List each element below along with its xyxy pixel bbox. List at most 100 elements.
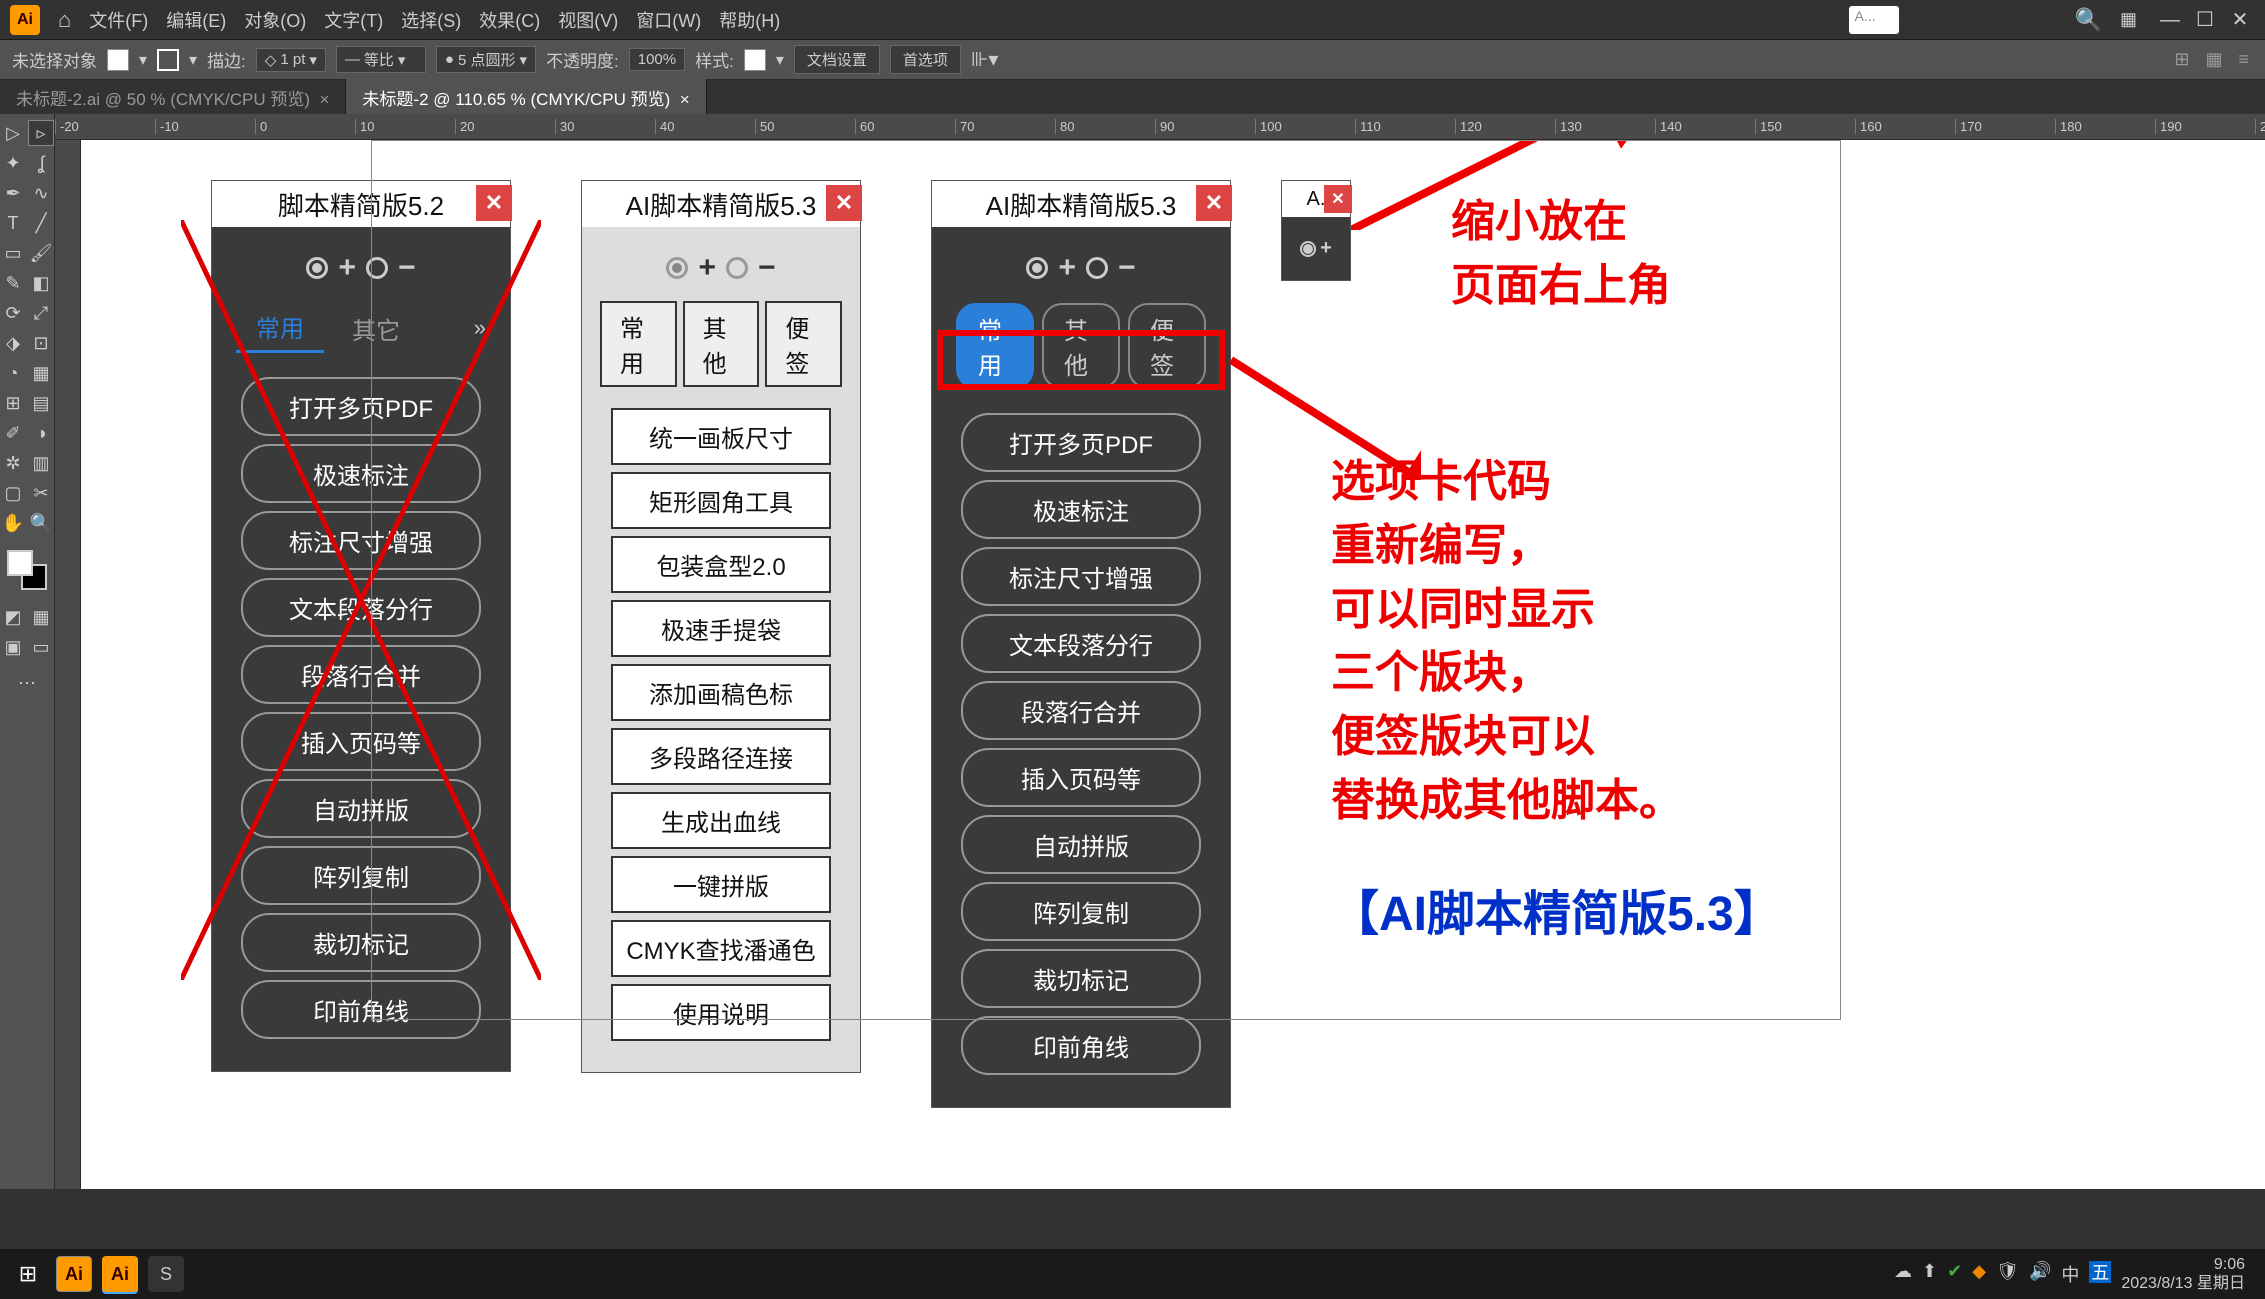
radio-icon[interactable] [1300, 241, 1316, 257]
tray-ime2-icon[interactable]: 五 [2089, 1261, 2111, 1283]
canvas[interactable]: 脚本精简版5.2 ✕ + − 常用 其它 » 打开多页PDF [81, 140, 2265, 1189]
eraser-tool[interactable]: ◧ [28, 270, 54, 296]
blend-tool[interactable]: ◑ [28, 420, 54, 446]
slice-tool[interactable]: ✂ [28, 480, 54, 506]
lasso-tool[interactable]: ʆ [28, 150, 54, 176]
radio-on-icon[interactable] [1026, 257, 1048, 279]
panel-53b-btn-2[interactable]: 标注尺寸增强 [961, 547, 1201, 606]
panel-52-tab-1[interactable]: 常用 [236, 303, 324, 353]
panel-52-btn-7[interactable]: 阵列复制 [241, 846, 481, 905]
panel-52-btn-2[interactable]: 标注尺寸增强 [241, 511, 481, 570]
panel-52-close[interactable]: ✕ [476, 185, 512, 221]
menu-file[interactable]: 文件(F) [89, 7, 148, 33]
tray-icon-3[interactable]: ✔ [1947, 1261, 1962, 1287]
rotate-tool[interactable]: ⟳ [0, 300, 26, 326]
panel-53a-btn-3[interactable]: 极速手提袋 [611, 600, 831, 657]
panel-52-btn-0[interactable]: 打开多页PDF [241, 377, 481, 436]
panel-53a-btn-9[interactable]: 使用说明 [611, 984, 831, 1041]
panel-52-btn-6[interactable]: 自动拼版 [241, 779, 481, 838]
menu-view[interactable]: 视图(V) [558, 7, 618, 33]
panel-53b-btn-0[interactable]: 打开多页PDF [961, 413, 1201, 472]
opacity-val[interactable]: 100% [629, 48, 685, 71]
color-picker[interactable] [7, 550, 47, 590]
tray-icon-2[interactable]: ⬆ [1922, 1261, 1937, 1287]
eyedropper-tool[interactable]: ✐ [0, 420, 26, 446]
menu-select[interactable]: 选择(S) [401, 7, 461, 33]
gradient-tool[interactable]: ▤ [28, 390, 54, 416]
panel-53a-btn-4[interactable]: 添加画稿色标 [611, 664, 831, 721]
menu-type[interactable]: 文字(T) [324, 7, 383, 33]
artboard-tool[interactable]: ▢ [0, 480, 26, 506]
panel-53a-btn-2[interactable]: 包装盒型2.0 [611, 536, 831, 593]
hand-tool[interactable]: ✋ [0, 510, 26, 536]
panel-53a-btn-0[interactable]: 统一画板尺寸 [611, 408, 831, 465]
stroke-width[interactable]: ◇ 1 pt ▾ [256, 48, 326, 72]
taskbar-ai-1[interactable]: Ai [56, 1256, 92, 1292]
panel-53a-tab-2[interactable]: 其他 [683, 301, 760, 387]
stroke-profile[interactable]: — 等比 ▾ [336, 46, 426, 73]
workspace-icon[interactable]: ▦ [2120, 9, 2137, 30]
radio-off-icon[interactable] [366, 257, 388, 279]
shape-builder-tool[interactable]: ◔ [0, 360, 26, 386]
pen-tool[interactable]: ✒ [0, 180, 26, 206]
brush-def[interactable]: ● 5 点圆形 ▾ [436, 46, 536, 73]
maximize-button[interactable]: ☐ [2190, 7, 2220, 32]
doc-setup-button[interactable]: 文档设置 [794, 45, 880, 74]
selection-tool[interactable]: ▷ [0, 120, 26, 146]
fill-swatch[interactable] [107, 49, 129, 71]
style-swatch[interactable] [744, 49, 766, 71]
tray-icon-5[interactable]: 🛡 [1996, 1261, 2019, 1287]
minimize-button[interactable]: — [2155, 9, 2185, 32]
symbol-sprayer-tool[interactable]: ✲ [0, 450, 26, 476]
shaper-tool[interactable]: ✎ [0, 270, 26, 296]
panel-53a-btn-8[interactable]: CMYK查找潘通色 [611, 920, 831, 977]
taskbar-ai-2[interactable]: Ai [102, 1256, 138, 1292]
panel-52-btn-4[interactable]: 段落行合并 [241, 645, 481, 704]
ctrl-icon-1[interactable]: ⊞ [2170, 49, 2193, 70]
panel-53a-tab-1[interactable]: 常用 [600, 301, 677, 387]
ctrl-icon-2[interactable]: ▦ [2201, 49, 2226, 70]
magic-wand-tool[interactable]: ✦ [0, 150, 26, 176]
panel-52-btn-5[interactable]: 插入页码等 [241, 712, 481, 771]
radio-off-icon[interactable] [1086, 257, 1108, 279]
title-search[interactable]: A... [1849, 6, 1899, 34]
menu-window[interactable]: 窗口(W) [636, 7, 701, 33]
panel-52-btn-3[interactable]: 文本段落分行 [241, 578, 481, 637]
stroke-swatch[interactable] [157, 49, 179, 71]
panel-mini-close[interactable]: ✕ [1324, 185, 1352, 213]
direct-select-tool[interactable]: ▹ [28, 120, 54, 146]
panel-53b-btn-6[interactable]: 自动拼版 [961, 815, 1201, 874]
panel-52-tab-2[interactable]: 其它 [332, 305, 420, 352]
start-button[interactable]: ⊞ [10, 1256, 46, 1292]
panel-53a-btn-5[interactable]: 多段路径连接 [611, 728, 831, 785]
tray-icon-4[interactable]: ◆ [1972, 1261, 1986, 1287]
panel-53a-close[interactable]: ✕ [826, 185, 862, 221]
ctrl-icon-3[interactable]: ≡ [2234, 49, 2253, 70]
menu-edit[interactable]: 编辑(E) [166, 7, 226, 33]
brush-tool[interactable]: 🖌 [28, 240, 54, 266]
tray-ime-icon[interactable]: 中 [2061, 1261, 2079, 1287]
search-icon[interactable]: 🔍 [2075, 7, 2102, 33]
radio-off-icon[interactable] [726, 257, 748, 279]
panel-52-btn-1[interactable]: 极速标注 [241, 444, 481, 503]
menu-effect[interactable]: 效果(C) [479, 7, 540, 33]
align-icon[interactable]: ⊪▾ [971, 47, 998, 72]
width-tool[interactable]: ⬗ [0, 330, 26, 356]
free-transform-tool[interactable]: ⊡ [28, 330, 54, 356]
mesh-tool[interactable]: ⊞ [0, 390, 26, 416]
radio-on-icon[interactable] [666, 257, 688, 279]
rectangle-tool[interactable]: ▭ [0, 240, 26, 266]
zoom-tool[interactable]: 🔍 [28, 510, 54, 536]
draw-mode-icon[interactable]: ▣ [0, 634, 26, 660]
tray-volume-icon[interactable]: 🔊 [2029, 1261, 2051, 1287]
menu-help[interactable]: 帮助(H) [719, 7, 780, 33]
panel-52-btn-9[interactable]: 印前角线 [241, 980, 481, 1039]
panel-53b-btn-8[interactable]: 裁切标记 [961, 949, 1201, 1008]
home-icon[interactable]: ⌂ [58, 7, 71, 33]
scale-tool[interactable]: ⤢ [28, 300, 54, 326]
panel-53b-btn-3[interactable]: 文本段落分行 [961, 614, 1201, 673]
panel-53b-close[interactable]: ✕ [1196, 185, 1232, 221]
panel-53b-btn-5[interactable]: 插入页码等 [961, 748, 1201, 807]
taskbar-app[interactable]: S [148, 1256, 184, 1292]
type-tool[interactable]: T [0, 210, 26, 236]
